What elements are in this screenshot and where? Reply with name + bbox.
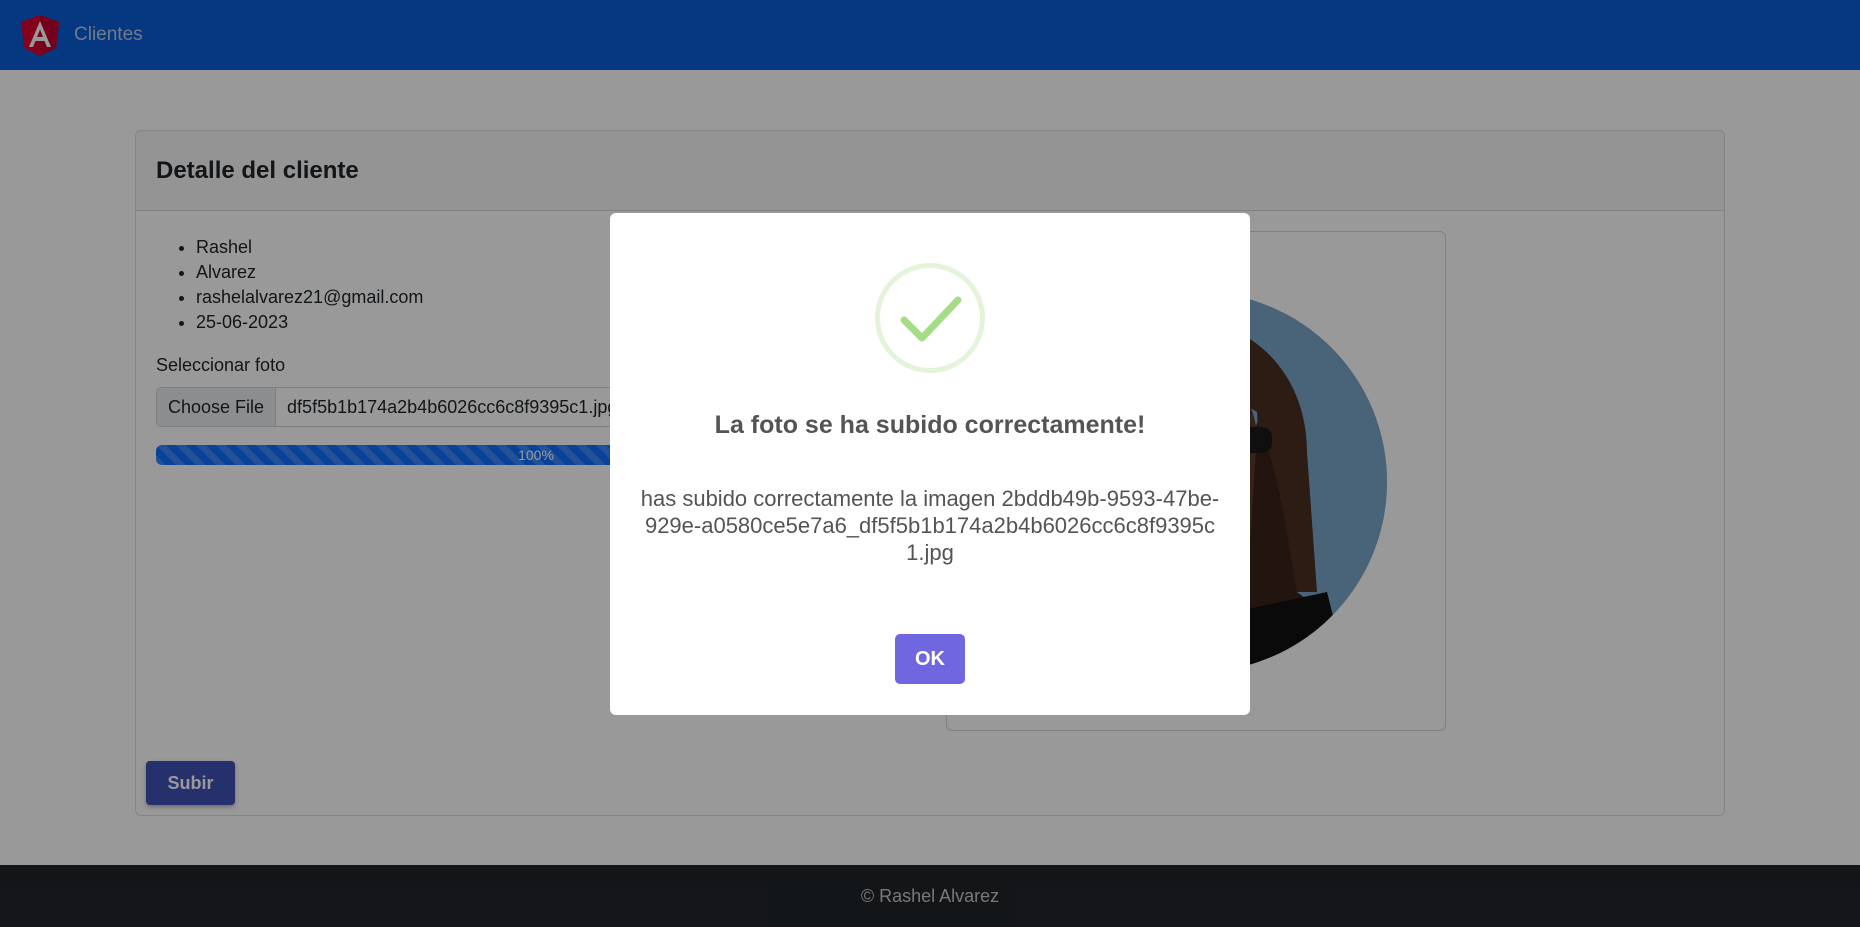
success-dialog: La foto se ha subido correctamente! has … <box>610 213 1250 715</box>
dialog-title: La foto se ha subido correctamente! <box>714 411 1146 439</box>
dialog-message: has subido correctamente la imagen 2bddb… <box>640 486 1220 565</box>
success-check-icon <box>875 263 985 373</box>
ok-button[interactable]: OK <box>895 634 965 684</box>
